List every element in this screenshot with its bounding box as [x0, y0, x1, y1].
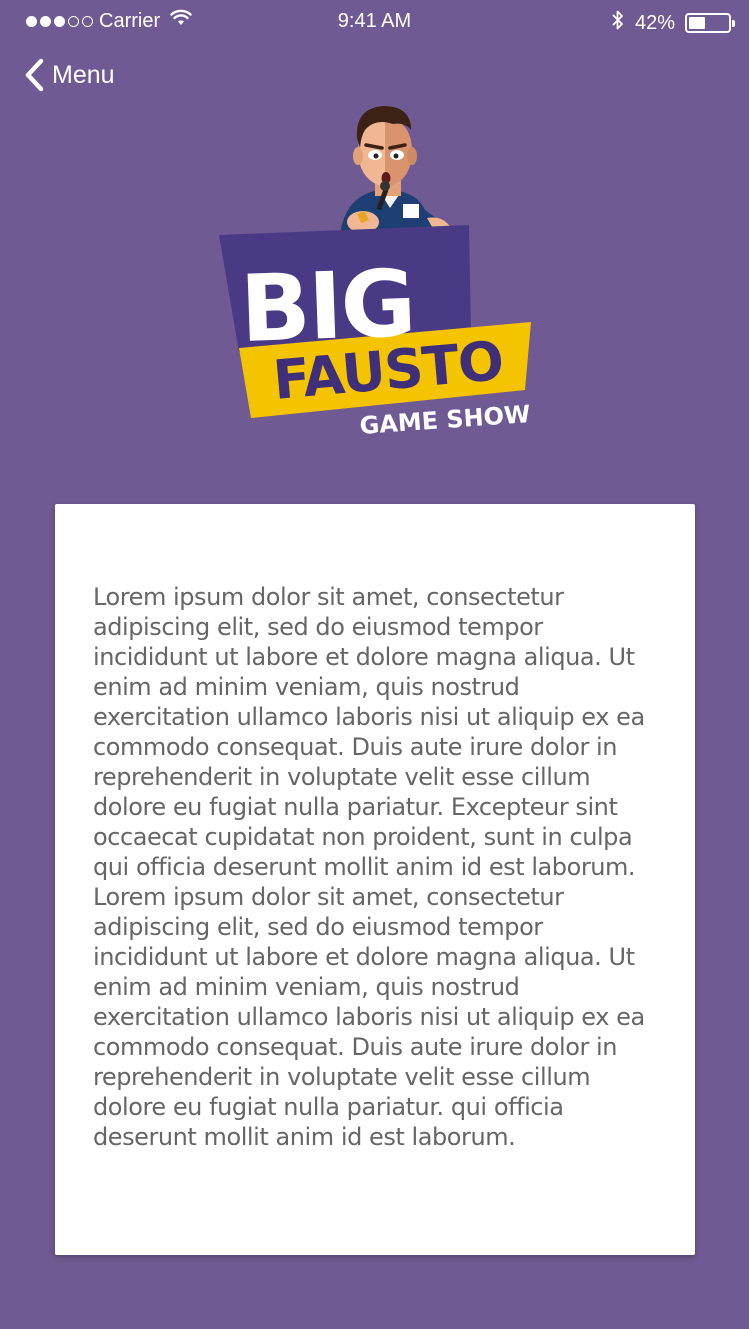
back-button-label: Menu	[52, 60, 115, 89]
status-right: 42%	[611, 9, 735, 37]
battery-tip	[732, 20, 735, 27]
host-mascot-illustration	[340, 106, 453, 240]
big-fausto-logo: BIG FAUSTO GAME SHOW	[219, 106, 532, 440]
logo-subtitle-game-show: GAME SHOW	[359, 400, 532, 440]
battery-icon	[685, 13, 735, 33]
battery-percent: 42%	[634, 11, 675, 34]
chevron-left-icon	[25, 58, 44, 92]
content-card: Lorem ipsum dolor sit amet, consectetur …	[55, 504, 695, 1255]
app-screen: Carrier 9:41 AM 42% Menu BIG FAUSTO GAME…	[0, 0, 749, 1329]
battery-level-fill	[689, 17, 705, 29]
content-body-text: Lorem ipsum dolor sit amet, consectetur …	[93, 583, 645, 1151]
back-button[interactable]: Menu	[24, 58, 115, 92]
bluetooth-icon	[611, 9, 625, 37]
status-bar: Carrier 9:41 AM 42%	[0, 0, 749, 42]
